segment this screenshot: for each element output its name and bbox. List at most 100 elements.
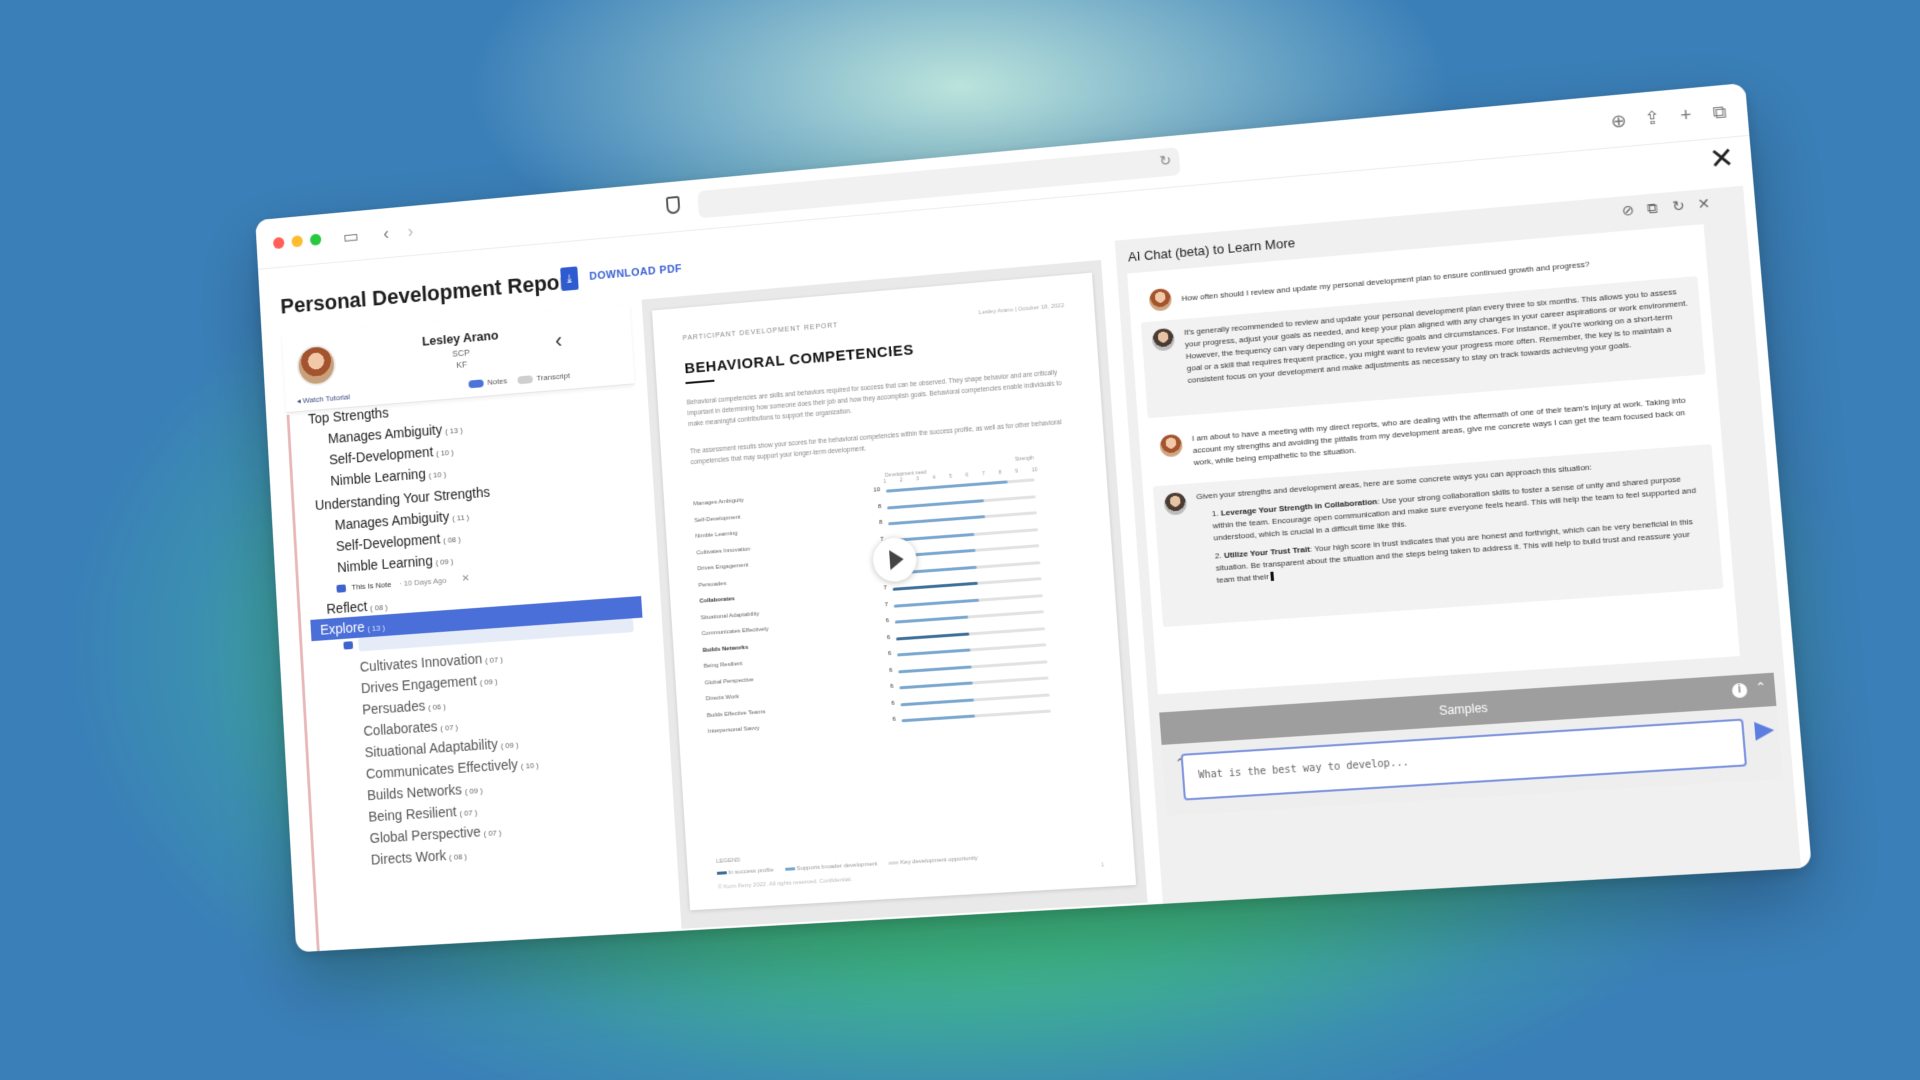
outline-item[interactable]: Self-Development( 08 )	[336, 529, 461, 554]
outline-item-label: Builds Networks	[367, 781, 463, 803]
outline-item-label: Global Perspective	[369, 824, 481, 846]
refresh-icon[interactable]: ↻	[1672, 197, 1686, 215]
outline-item[interactable]: Communicates Effectively( 10 )	[366, 755, 539, 782]
back-icon[interactable]: ‹	[374, 221, 398, 246]
outline-item[interactable]: Cultivates Innovation( 07 )	[359, 649, 503, 675]
address-bar[interactable]: ↻	[697, 147, 1180, 218]
outline-item[interactable]: Drives Engagement( 09 )	[361, 671, 498, 696]
chart-category-label: Communicates Effectively	[701, 621, 847, 637]
avatar	[296, 344, 337, 388]
close-report-icon[interactable]: ✕	[1708, 144, 1735, 175]
chart-category-label: Collaborates	[699, 588, 845, 604]
pdf-icon[interactable]: ⤓	[560, 266, 579, 291]
chat-messages[interactable]: How often should I review and update my …	[1127, 224, 1740, 694]
add-note-icon[interactable]	[343, 641, 353, 649]
scale-right-label: Strength	[1015, 455, 1034, 462]
outline-item[interactable]: Collaborates( 07 )	[363, 717, 458, 739]
sidebar-toggle-icon[interactable]: ▭	[339, 224, 363, 249]
outline-item[interactable]: Global Perspective( 07 )	[369, 822, 501, 846]
outline-item[interactable]: Nimble Learning( 10 )	[330, 464, 447, 489]
outline-item-label: Manages Ambiguity	[334, 509, 449, 533]
chart-bar	[900, 698, 973, 706]
note-entry[interactable]: This Is Note · 10 Days Ago ✕	[336, 573, 470, 593]
close-window-button[interactable]	[273, 237, 285, 249]
outline-item-count: ( 06 )	[428, 702, 446, 712]
copy-icon[interactable]: ⧉	[1646, 199, 1658, 217]
outline-item-label: Directs Work	[370, 847, 446, 867]
chart-value-label: 8	[867, 503, 881, 510]
document-viewer[interactable]: PARTICIPANT DEVELOPMENT REPORT Lesley Ar…	[642, 260, 1148, 929]
chart-category-label: Persuades	[698, 572, 844, 589]
outline-item-label: Communicates Effectively	[366, 756, 519, 781]
chart-value-label: 8	[868, 520, 882, 527]
outline-item[interactable]: Nimble Learning( 09 )	[337, 551, 454, 575]
ai-avatar	[1151, 328, 1175, 352]
outline-item-count: ( 08 )	[443, 535, 461, 545]
legend-swatch	[717, 871, 727, 875]
message-text: Given your strengths and development are…	[1196, 453, 1710, 588]
chart-tick-label: 4	[932, 475, 935, 481]
chart-bar-track	[887, 495, 1036, 509]
browser-window: ▭ ‹ › ↻ ⊕ ⇪ + ⧉ ✕ Personal Development R…	[255, 83, 1812, 952]
window-controls	[273, 233, 322, 249]
chart-bar	[902, 714, 975, 722]
legend-swatch	[889, 861, 899, 865]
download-icon[interactable]: ⊕	[1605, 108, 1632, 135]
chart-category-label: Being Resilient	[704, 654, 851, 670]
chart-category-label: Nimble Learning	[695, 523, 841, 540]
document-title: BEHAVIORAL COMPETENCIES	[684, 342, 914, 378]
chart-bar-track	[888, 511, 1037, 525]
outline-item-count: ( 10 )	[436, 448, 454, 458]
outline-item[interactable]: Situational Adaptability( 09 )	[364, 735, 518, 761]
outline-item[interactable]: Self-Development( 10 )	[329, 442, 454, 467]
note-close-icon[interactable]: ✕	[461, 573, 470, 584]
outline-item-label: Collaborates	[363, 718, 438, 739]
chart-tick-label: 2	[900, 477, 903, 483]
outline-item-reflect[interactable]: Reflect( 08 )	[326, 597, 388, 617]
chart-value-label: 6	[877, 651, 891, 658]
hide-avatar-icon[interactable]: ⊘	[1621, 201, 1635, 219]
outline-item[interactable]: Directs Work( 08 )	[370, 846, 467, 867]
outline-item[interactable]: Builds Networks( 09 )	[367, 780, 483, 803]
outline-item[interactable]: Being Resilient( 07 )	[368, 802, 477, 824]
chart-bar	[899, 681, 972, 689]
outline-item-count: ( 10 )	[521, 761, 539, 771]
notes-toggle[interactable]	[468, 379, 484, 388]
chart-bar	[894, 598, 979, 607]
outline-item-label: Explore	[320, 619, 365, 638]
watch-tutorial-label: Watch Tutorial	[302, 392, 350, 405]
outline-item-count: ( 07 )	[459, 808, 477, 818]
chart-tick-label: 5	[949, 474, 952, 480]
send-icon[interactable]	[1754, 721, 1775, 741]
close-chat-icon[interactable]: ✕	[1697, 195, 1711, 213]
page-title: Personal Development Report	[280, 269, 576, 320]
chart-tick-label: 3	[916, 476, 919, 482]
outline-item-count: ( 07 )	[485, 655, 503, 665]
new-tab-icon[interactable]: +	[1672, 102, 1699, 129]
chart-bar	[888, 515, 985, 525]
outline-item[interactable]: Persuades( 06 )	[362, 696, 446, 717]
collapse-panel-icon[interactable]: ‹	[554, 328, 563, 354]
outline-item-count: ( 09 )	[465, 786, 483, 796]
forward-icon[interactable]: ›	[399, 219, 423, 244]
download-pdf-button[interactable]: DOWNLOAD PDF	[589, 263, 682, 283]
chart-tick-label: 9	[1015, 469, 1018, 475]
chart-tick-label: 10	[1032, 467, 1038, 473]
outline-item-count: ( 08 )	[449, 852, 467, 862]
reload-icon[interactable]: ↻	[1159, 152, 1172, 170]
share-icon[interactable]: ⇪	[1639, 105, 1666, 132]
watch-tutorial-link[interactable]: ◂ Watch Tutorial	[297, 392, 350, 405]
tab-overview-icon[interactable]: ⧉	[1706, 99, 1733, 126]
chart-category-label: Global Perspective	[705, 670, 852, 686]
privacy-shield-icon[interactable]	[666, 196, 681, 215]
chart-category-label: Directs Work	[706, 687, 853, 703]
competency-chart: Development need Strength 1 2 3 4 5 6 7 8 9 10 Man…	[692, 462, 1095, 767]
outline-item-count: ( 13 )	[445, 426, 463, 436]
maximize-window-button[interactable]	[310, 233, 322, 245]
chevron-up-icon[interactable]: ⌃	[1755, 679, 1767, 694]
outline-item-label: Situational Adaptability	[364, 736, 498, 760]
chart-category-label: Interpersonal Savvy	[708, 719, 855, 735]
minimize-window-button[interactable]	[291, 235, 303, 247]
chart-value-label: 6	[879, 684, 893, 691]
transcript-toggle[interactable]	[517, 375, 533, 384]
